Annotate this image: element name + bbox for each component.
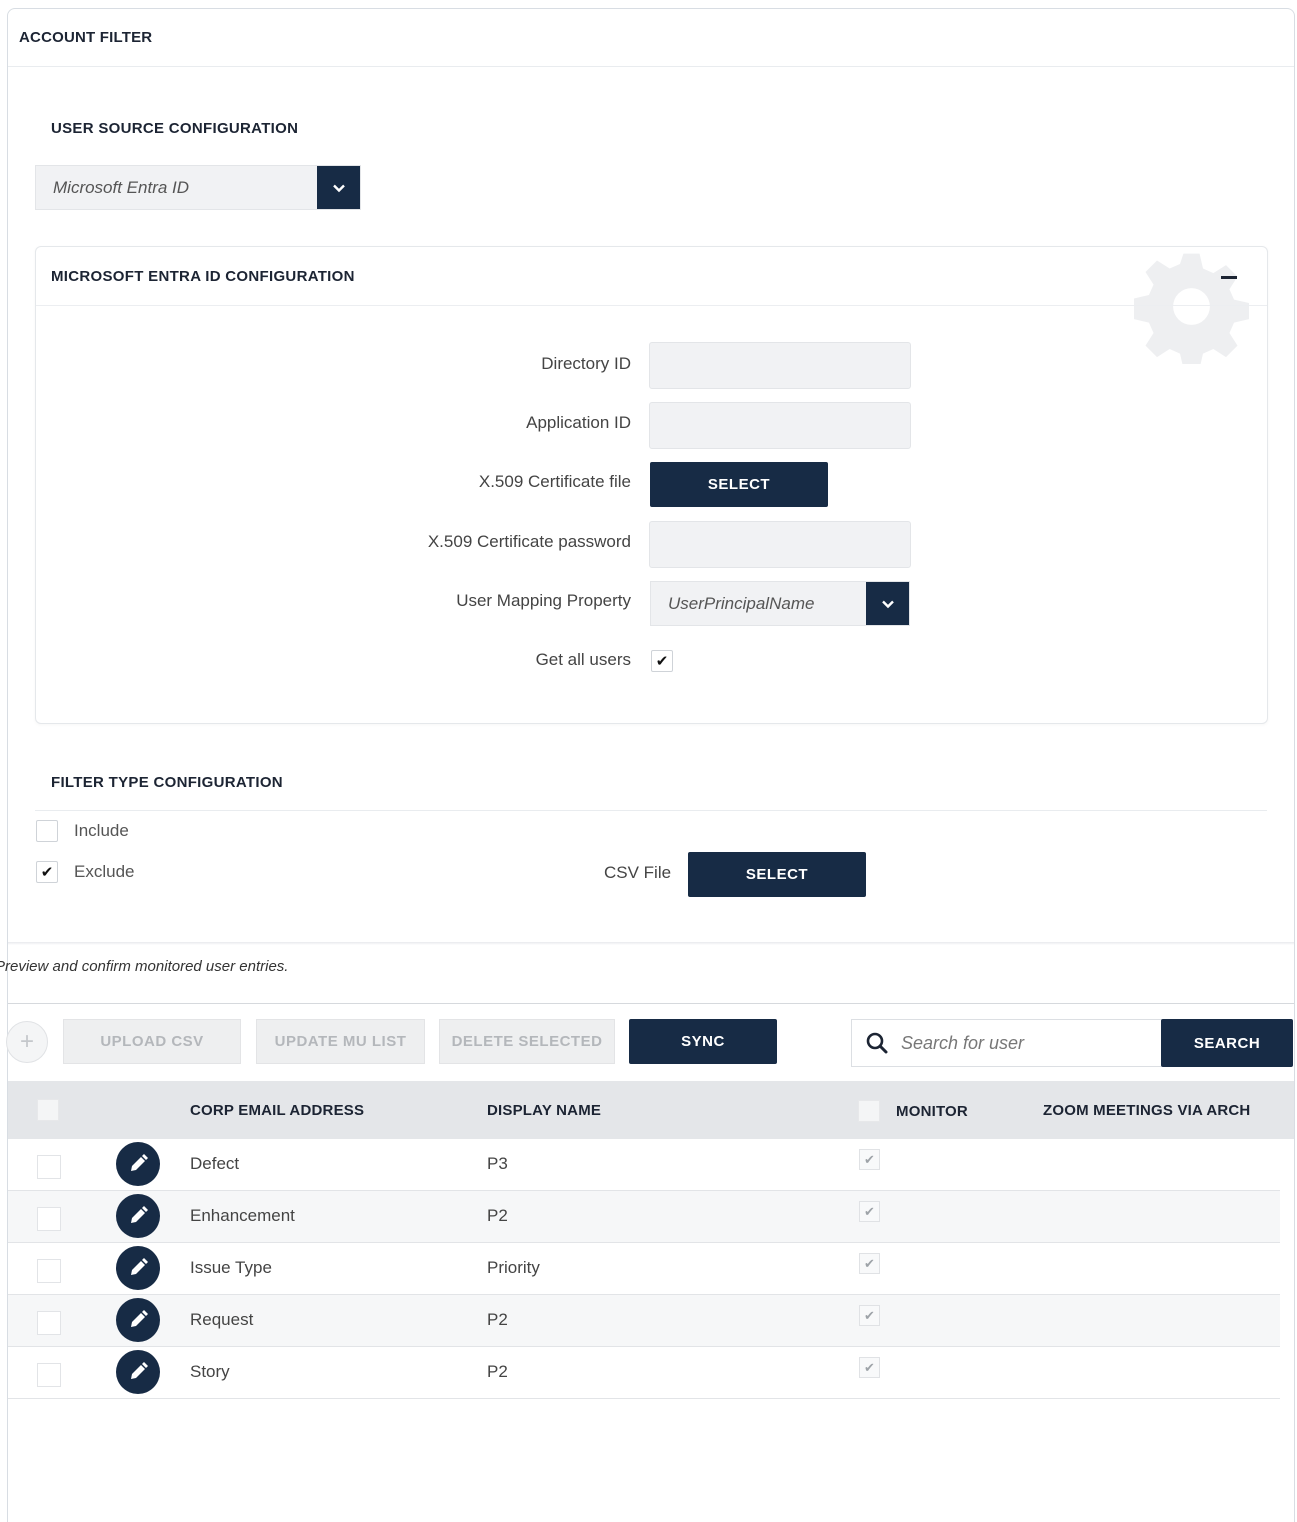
directory-id-label: Directory ID bbox=[541, 354, 631, 373]
user-source-title: USER SOURCE CONFIGURATION bbox=[51, 120, 299, 137]
update-mu-list-button[interactable]: UPDATE MU LIST bbox=[256, 1019, 425, 1064]
display-name-cell: P2 bbox=[487, 1206, 508, 1225]
cert-file-label: X.509 Certificate file bbox=[478, 472, 631, 491]
cert-password-input[interactable] bbox=[649, 521, 911, 568]
exclude-checkbox[interactable] bbox=[36, 861, 58, 883]
row-checkbox[interactable] bbox=[28, 1253, 70, 1289]
table-row[interactable]: Request P2 ✔ bbox=[8, 1295, 1280, 1347]
email-cell: Request bbox=[190, 1310, 254, 1329]
delete-selected-button[interactable]: DELETE SELECTED bbox=[439, 1019, 615, 1064]
include-checkbox[interactable] bbox=[36, 820, 58, 842]
select-all-checkbox[interactable] bbox=[37, 1099, 59, 1121]
email-cell: Issue Type bbox=[190, 1258, 272, 1277]
column-header-email[interactable]: CORP EMAIL ADDRESS bbox=[190, 1102, 364, 1119]
column-header-display-name[interactable]: DISPLAY NAME bbox=[487, 1102, 601, 1119]
exclude-label: Exclude bbox=[74, 862, 135, 881]
row-checkbox[interactable] bbox=[28, 1201, 70, 1237]
collapse-icon[interactable] bbox=[1221, 276, 1237, 279]
mapping-property-label: User Mapping Property bbox=[456, 591, 631, 610]
search-button[interactable]: SEARCH bbox=[1161, 1019, 1293, 1067]
cert-file-select-button[interactable]: SELECT bbox=[650, 462, 828, 507]
table-header: CORP EMAIL ADDRESS DISPLAY NAME MONITOR … bbox=[8, 1081, 1294, 1139]
sync-button[interactable]: SYNC bbox=[629, 1019, 777, 1064]
monitor-checkbox[interactable]: ✔ bbox=[859, 1149, 880, 1170]
email-cell: Enhancement bbox=[190, 1206, 295, 1225]
row-checkbox[interactable] bbox=[28, 1305, 70, 1341]
table-row[interactable]: Story P2 ✔ bbox=[8, 1347, 1280, 1399]
gear-icon bbox=[1134, 253, 1249, 364]
divider bbox=[35, 810, 1267, 811]
search-placeholder: Search for user bbox=[901, 1032, 1025, 1053]
row-checkbox[interactable] bbox=[28, 1149, 70, 1185]
display-name-cell: P3 bbox=[487, 1154, 508, 1173]
divider bbox=[8, 66, 1294, 67]
filter-type-title: FILTER TYPE CONFIGURATION bbox=[51, 774, 283, 791]
include-label: Include bbox=[74, 821, 129, 840]
chevron-down-icon[interactable] bbox=[317, 166, 360, 209]
mapping-property-select[interactable]: UserPrincipalName bbox=[650, 581, 910, 626]
add-user-button[interactable]: + bbox=[6, 1021, 48, 1063]
divider bbox=[36, 305, 1267, 306]
email-cell: Story bbox=[190, 1362, 230, 1381]
edit-icon[interactable] bbox=[116, 1246, 160, 1290]
upload-csv-button[interactable]: UPLOAD CSV bbox=[63, 1019, 241, 1064]
display-name-cell: Priority bbox=[487, 1258, 540, 1277]
search-input[interactable]: Search for user bbox=[851, 1019, 1162, 1067]
edit-icon[interactable] bbox=[116, 1350, 160, 1394]
preview-text: Preview and confirm monitored user entri… bbox=[0, 958, 289, 975]
get-all-users-label: Get all users bbox=[535, 650, 631, 669]
display-name-cell: P2 bbox=[487, 1310, 508, 1329]
row-checkbox[interactable] bbox=[28, 1357, 70, 1393]
monitor-checkbox[interactable]: ✔ bbox=[859, 1305, 880, 1326]
user-source-selected-value: Microsoft Entra ID bbox=[53, 177, 190, 197]
monitor-checkbox[interactable]: ✔ bbox=[859, 1357, 880, 1378]
edit-icon[interactable] bbox=[116, 1298, 160, 1342]
search-icon bbox=[866, 1032, 888, 1054]
edit-icon[interactable] bbox=[116, 1142, 160, 1186]
directory-id-input[interactable] bbox=[649, 342, 911, 389]
application-id-label: Application ID bbox=[526, 413, 631, 432]
table-row[interactable]: Issue Type Priority ✔ bbox=[8, 1243, 1280, 1295]
table-row[interactable]: Enhancement P2 ✔ bbox=[8, 1191, 1280, 1243]
panel-title: ACCOUNT FILTER bbox=[19, 29, 153, 46]
preview-instructions: Preview and confirm monitored user entri… bbox=[0, 958, 400, 975]
edit-icon[interactable] bbox=[116, 1194, 160, 1238]
user-source-select[interactable]: Microsoft Entra ID bbox=[35, 165, 361, 210]
display-name-cell: P2 bbox=[487, 1362, 508, 1381]
chevron-down-icon[interactable] bbox=[866, 582, 909, 625]
email-cell: Defect bbox=[190, 1154, 240, 1173]
divider bbox=[8, 1003, 1294, 1004]
monitor-checkbox[interactable]: ✔ bbox=[859, 1201, 880, 1222]
divider bbox=[8, 942, 1294, 945]
monitor-all-checkbox[interactable] bbox=[858, 1100, 880, 1122]
csv-file-label: CSV File bbox=[604, 863, 672, 882]
column-header-monitor[interactable]: MONITOR bbox=[896, 1103, 968, 1120]
table-row[interactable]: Defect P3 ✔ bbox=[8, 1139, 1280, 1191]
application-id-input[interactable] bbox=[649, 402, 911, 449]
column-header-zoom-meetings[interactable]: ZOOM MEETINGS VIA ARCH bbox=[1043, 1102, 1265, 1119]
entra-config-title: MICROSOFT ENTRA ID CONFIGURATION bbox=[51, 268, 355, 285]
mapping-property-selected-value: UserPrincipalName bbox=[668, 593, 815, 613]
cert-password-label: X.509 Certificate password bbox=[427, 532, 631, 551]
csv-select-button[interactable]: SELECT bbox=[688, 852, 866, 897]
monitor-checkbox[interactable]: ✔ bbox=[859, 1253, 880, 1274]
get-all-users-checkbox[interactable] bbox=[651, 650, 673, 672]
